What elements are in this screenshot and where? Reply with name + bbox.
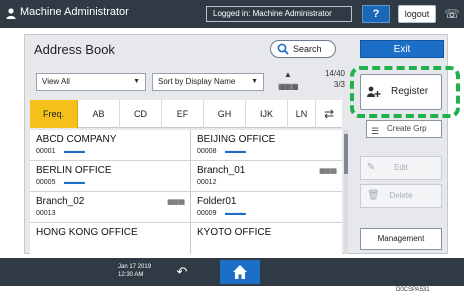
trash-icon: 🗑 [367, 190, 380, 201]
grid-icon: ▦▦▦ [278, 82, 299, 91]
entry-name: Branch_02 [36, 196, 85, 207]
logout-button[interactable]: logout [398, 5, 436, 23]
pencil-icon: ✎ [367, 162, 376, 173]
list-item[interactable]: Branch_02 00013 ▦▦▦ [30, 192, 190, 223]
tab-cd[interactable]: CD [120, 100, 162, 128]
destination-type-icons: ▬ ▬ ▬ [225, 210, 246, 217]
phone-icon[interactable]: ☏ [442, 5, 462, 23]
back-icon[interactable]: ↶ [170, 262, 194, 282]
edit-label: Edit [394, 163, 408, 172]
figure-code: D0CSPA531 [396, 287, 430, 293]
entry-code: 00001 [36, 148, 56, 155]
search-icon [277, 43, 289, 55]
group-icon: ▦▦▦ [319, 168, 337, 175]
entry-name: BEIJING OFFICE [197, 134, 276, 145]
search-label: Search [293, 44, 322, 54]
entry-name: ABCD COMPANY [36, 134, 117, 145]
edit-button[interactable]: ✎ Edit [360, 156, 442, 180]
user-name: Machine Administrator [20, 6, 129, 18]
delete-label: Delete [389, 191, 413, 200]
exit-button[interactable]: Exit [360, 40, 444, 58]
create-group-button[interactable]: ☰ Create Grp [366, 120, 442, 138]
page-counter: 14/40 3/3 [324, 69, 345, 89]
help-button[interactable]: ? [362, 5, 390, 23]
user-icon [6, 8, 16, 19]
entry-name: BERLIN OFFICE [36, 165, 112, 176]
register-highlight-callout [350, 66, 460, 118]
top-status-bar: Machine Administrator Logged in: Machine… [0, 0, 464, 28]
group-icon: ▦▦▦ [167, 199, 185, 206]
tab-ef[interactable]: EF [162, 100, 204, 128]
list-item[interactable]: HONG KONG OFFICE [30, 223, 190, 254]
sort-arrow-icon: ▲ [284, 70, 292, 79]
sort-select-value: Sort by Display Name [158, 77, 236, 86]
destination-type-icons: ▬ ▬ ▬ [64, 148, 85, 155]
tab-freq[interactable]: Freq. [30, 100, 78, 128]
create-group-label: Create Grp [387, 124, 427, 133]
login-status: Logged in: Machine Administrator [206, 6, 352, 22]
chevron-down-icon: ▼ [133, 78, 140, 85]
entry-code: 00012 [197, 179, 217, 186]
list-item[interactable]: ABCD COMPANY 00001 ▬ ▬ ▬ [30, 130, 190, 161]
view-select[interactable]: View All ▼ [36, 73, 146, 91]
list-item[interactable]: BEIJING OFFICE 00008 ▬ ▬ ▬ [191, 130, 342, 161]
list-item[interactable]: Folder01 00009 ▬ ▬ ▬ [191, 192, 342, 223]
date-time: Jan 17 2019 12:30 AM [118, 264, 152, 278]
tab-switch-icon[interactable]: ⇄ [316, 104, 342, 124]
index-tabs: Freq. AB CD EF GH IJK LN [30, 100, 342, 128]
list-item[interactable]: BERLIN OFFICE 00005 ▬ ▬ ▬ [30, 161, 190, 192]
delete-button[interactable]: 🗑 Delete [360, 184, 442, 208]
column-divider [190, 130, 191, 254]
destination-type-icons: ▬ ▬ ▬ [64, 179, 85, 186]
list-item[interactable]: KYOTO OFFICE [191, 223, 342, 254]
entry-name: HONG KONG OFFICE [36, 227, 138, 238]
entry-code: 00005 [36, 179, 56, 186]
chevron-down-icon: ▼ [251, 78, 258, 85]
tab-ln[interactable]: LN [288, 100, 316, 128]
home-icon [233, 265, 247, 279]
entry-code: 00013 [36, 210, 56, 217]
tab-ab[interactable]: AB [78, 100, 120, 128]
entry-code: 00008 [197, 148, 217, 155]
scrollbar-thumb[interactable] [344, 134, 348, 174]
view-select-value: View All [42, 77, 70, 86]
tab-gh[interactable]: GH [204, 100, 246, 128]
bottom-nav-bar: Jan 17 2019 12:30 AM ↶ [0, 258, 464, 286]
tab-ijk[interactable]: IJK [246, 100, 288, 128]
page-title: Address Book [34, 42, 115, 57]
group-add-icon: ☰ [371, 126, 380, 136]
sort-select[interactable]: Sort by Display Name ▼ [152, 73, 264, 91]
entry-name: Folder01 [197, 196, 237, 207]
entry-name: Branch_01 [197, 165, 246, 176]
home-button[interactable] [220, 260, 260, 284]
management-button[interactable]: Management [360, 228, 442, 250]
sort-order-button[interactable]: ▲ ▦▦▦ [278, 70, 299, 92]
list-item[interactable]: Branch_01 00012 ▦▦▦ [191, 161, 342, 192]
search-button[interactable]: Search [270, 40, 336, 58]
entry-name: KYOTO OFFICE [197, 227, 272, 238]
destination-type-icons: ▬ ▬ ▬ [225, 148, 246, 155]
entry-code: 00009 [197, 210, 217, 217]
